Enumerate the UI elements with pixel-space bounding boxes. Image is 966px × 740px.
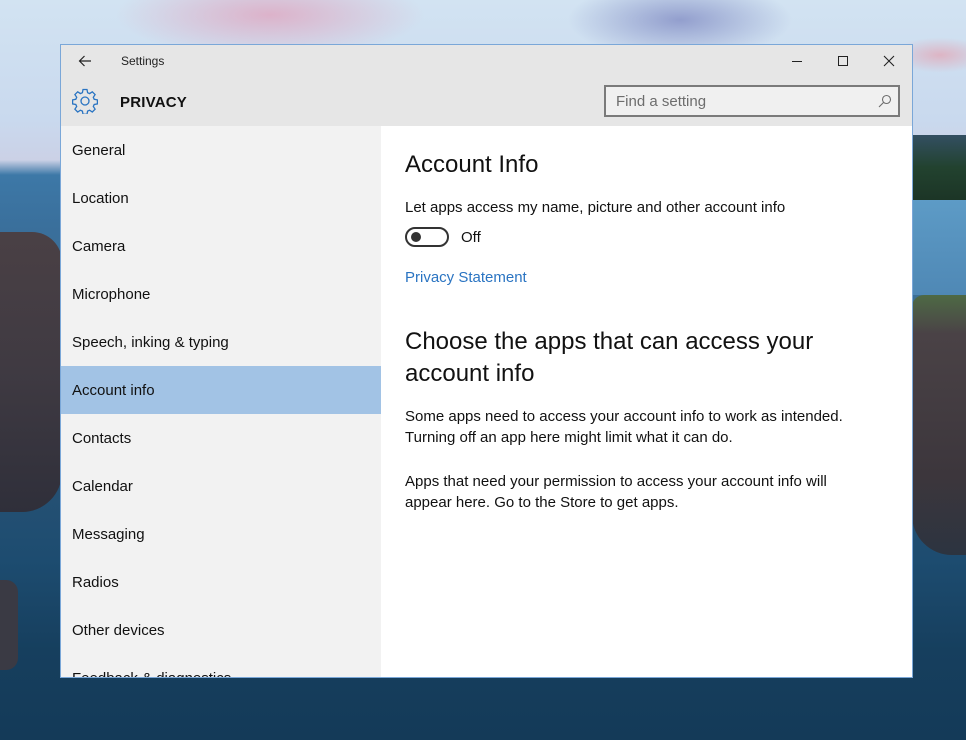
settings-window: Settings PRIVACY Find a setting General …	[60, 44, 913, 678]
desktop-wallpaper-rock	[0, 580, 18, 670]
sidebar-item-general[interactable]: General	[61, 126, 381, 174]
sidebar-item-speech-inking-typing[interactable]: Speech, inking & typing	[61, 318, 381, 366]
sidebar-item-label: Contacts	[72, 429, 132, 447]
close-icon	[883, 55, 895, 67]
close-button[interactable]	[866, 45, 912, 77]
search-icon[interactable]	[878, 94, 892, 108]
sidebar-item-calendar[interactable]: Calendar	[61, 462, 381, 510]
window-title: Settings	[121, 54, 165, 68]
sidebar-item-account-info[interactable]: Account info	[61, 366, 381, 414]
sidebar-item-location[interactable]: Location	[61, 174, 381, 222]
desktop-wallpaper-island	[912, 135, 966, 200]
apps-info-paragraph: Apps that need your permission to access…	[405, 473, 827, 511]
sidebar-item-label: Account info	[72, 381, 155, 399]
description-paragraph: Some apps need to access your account in…	[405, 408, 843, 446]
sidebar-item-other-devices[interactable]: Other devices	[61, 606, 381, 654]
section-title: Account Info	[405, 151, 539, 178]
gear-icon	[72, 88, 98, 114]
maximize-icon	[838, 56, 848, 66]
back-button[interactable]	[71, 51, 99, 71]
desktop-wallpaper-rock	[0, 232, 62, 512]
sidebar-nav: General Location Camera Microphone Speec…	[61, 126, 381, 678]
sidebar-item-label: Messaging	[72, 525, 145, 543]
settings-header: PRIVACY	[61, 77, 912, 126]
sidebar-item-label: Radios	[72, 573, 119, 591]
account-info-access-toggle[interactable]	[405, 227, 449, 247]
maximize-button[interactable]	[820, 45, 866, 77]
desktop-wallpaper-water	[912, 200, 966, 295]
sidebar: General Location Camera Microphone Speec…	[61, 126, 381, 678]
desktop-wallpaper-rock	[912, 295, 966, 555]
minimize-icon	[792, 61, 802, 62]
sidebar-item-label: Other devices	[72, 621, 165, 639]
minimize-button[interactable]	[774, 45, 820, 77]
search-input[interactable]	[606, 87, 898, 115]
sidebar-item-label: Speech, inking & typing	[72, 333, 229, 351]
toggle-knob	[411, 232, 421, 242]
sidebar-item-radios[interactable]: Radios	[61, 558, 381, 606]
content-pane: Account Info Let apps access my name, pi…	[381, 126, 912, 677]
sidebar-item-label: Location	[72, 189, 129, 207]
sidebar-item-label: Camera	[72, 237, 126, 255]
back-arrow-icon	[78, 55, 91, 67]
sidebar-item-label: Calendar	[72, 477, 133, 495]
sidebar-item-feedback-diagnostics[interactable]: Feedback & diagnostics	[61, 654, 381, 678]
sidebar-item-contacts[interactable]: Contacts	[61, 414, 381, 462]
privacy-statement-link[interactable]: Privacy Statement	[405, 269, 527, 286]
search-box[interactable]	[604, 85, 900, 117]
choose-apps-heading: Choose the apps that can access your acc…	[405, 328, 814, 387]
sidebar-item-messaging[interactable]: Messaging	[61, 510, 381, 558]
sidebar-item-microphone[interactable]: Microphone	[61, 270, 381, 318]
page-title: PRIVACY	[120, 94, 187, 111]
sidebar-item-label: Microphone	[72, 285, 151, 303]
sidebar-item-camera[interactable]: Camera	[61, 222, 381, 270]
title-bar[interactable]: Settings	[61, 45, 912, 77]
toggle-label: Let apps access my name, picture and oth…	[405, 199, 786, 216]
sidebar-item-label: General	[72, 141, 126, 159]
sidebar-item-label: Feedback & diagnostics	[72, 669, 232, 678]
toggle-state-text: Off	[461, 229, 481, 246]
